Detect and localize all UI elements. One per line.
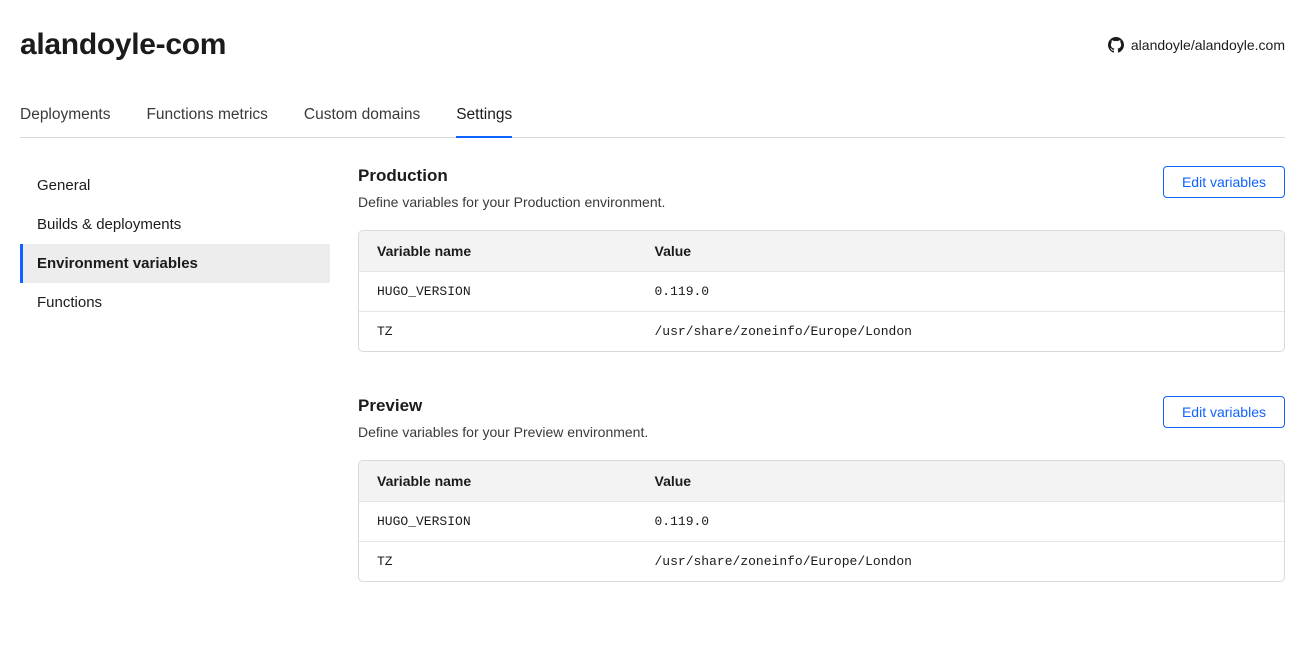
page-title: alandoyle-com	[20, 28, 226, 62]
table-row: HUGO_VERSION 0.119.0	[359, 272, 1284, 312]
section-preview: Preview Define variables for your Previe…	[358, 396, 1285, 582]
sidebar-item-envvars[interactable]: Environment variables	[20, 244, 330, 283]
var-name: TZ	[359, 542, 637, 581]
section-desc-preview: Define variables for your Preview enviro…	[358, 424, 648, 440]
var-value: /usr/share/zoneinfo/Europe/London	[637, 542, 1285, 581]
main-tabs: Deployments Functions metrics Custom dom…	[20, 98, 1285, 138]
tab-custom-domains[interactable]: Custom domains	[304, 98, 420, 138]
var-value: 0.119.0	[637, 502, 1285, 542]
vars-table-preview: Variable name Value HUGO_VERSION 0.119.0…	[358, 460, 1285, 582]
table-row: TZ /usr/share/zoneinfo/Europe/London	[359, 312, 1284, 351]
var-value: /usr/share/zoneinfo/Europe/London	[637, 312, 1285, 351]
edit-variables-button-preview[interactable]: Edit variables	[1163, 396, 1285, 428]
col-header-name: Variable name	[359, 231, 637, 272]
section-desc-production: Define variables for your Production env…	[358, 194, 665, 210]
table-row: TZ /usr/share/zoneinfo/Europe/London	[359, 542, 1284, 581]
var-name: HUGO_VERSION	[359, 502, 637, 542]
table-row: HUGO_VERSION 0.119.0	[359, 502, 1284, 542]
var-value: 0.119.0	[637, 272, 1285, 312]
sidebar-item-functions[interactable]: Functions	[20, 283, 330, 322]
settings-sidebar: General Builds & deployments Environment…	[20, 166, 330, 626]
tab-deployments[interactable]: Deployments	[20, 98, 110, 138]
var-name: TZ	[359, 312, 637, 351]
col-header-value: Value	[637, 461, 1285, 502]
sidebar-item-builds[interactable]: Builds & deployments	[20, 205, 330, 244]
repo-path: alandoyle/alandoyle.com	[1131, 37, 1285, 53]
repo-link[interactable]: alandoyle/alandoyle.com	[1108, 37, 1285, 53]
var-name: HUGO_VERSION	[359, 272, 637, 312]
vars-table-production: Variable name Value HUGO_VERSION 0.119.0…	[358, 230, 1285, 352]
section-title-production: Production	[358, 166, 665, 186]
col-header-value: Value	[637, 231, 1285, 272]
tab-functions-metrics[interactable]: Functions metrics	[146, 98, 267, 138]
github-icon	[1108, 37, 1124, 53]
edit-variables-button-production[interactable]: Edit variables	[1163, 166, 1285, 198]
col-header-name: Variable name	[359, 461, 637, 502]
section-production: Production Define variables for your Pro…	[358, 166, 1285, 352]
section-title-preview: Preview	[358, 396, 648, 416]
sidebar-item-general[interactable]: General	[20, 166, 330, 205]
tab-settings[interactable]: Settings	[456, 98, 512, 138]
